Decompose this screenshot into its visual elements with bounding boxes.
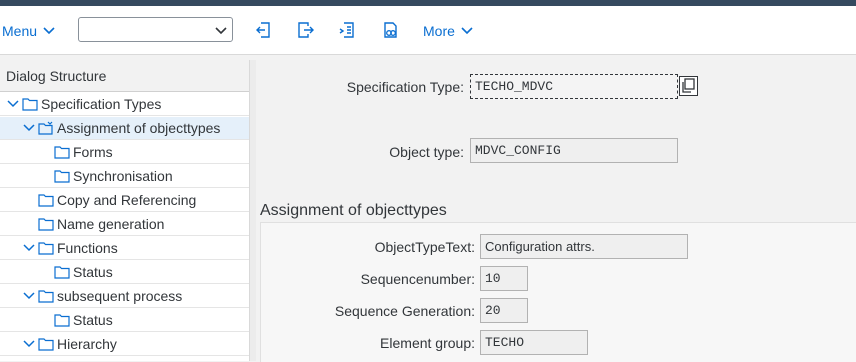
tree-item[interactable]: subsequent process (0, 285, 249, 308)
chevron-down-icon[interactable] (22, 241, 36, 255)
folder-open-icon (38, 121, 54, 135)
find-icon[interactable] (380, 20, 400, 40)
chevron-down-icon (461, 27, 473, 35)
more-label: More (423, 23, 455, 39)
element-group-field: TECHO (480, 330, 588, 355)
sequencenumber-field: 10 (480, 266, 528, 291)
back-icon[interactable] (254, 20, 274, 40)
menu-button[interactable]: Menu (2, 20, 55, 42)
folder-icon (54, 313, 70, 327)
dialog-structure-title: Dialog Structure (0, 60, 249, 92)
tree-item[interactable]: Status (0, 309, 249, 332)
object-type-field: MDVC_CONFIG (470, 138, 678, 163)
tree-item[interactable]: Assignment of objecttypes (0, 117, 249, 140)
folder-icon (38, 337, 54, 351)
sequencenumber-label: Sequencenumber: (360, 271, 475, 287)
chevron-down-icon[interactable] (6, 97, 20, 111)
tree-item-label: Assignment of objecttypes (57, 120, 221, 136)
tree-item-label: Copy and Referencing (57, 192, 197, 208)
dialog-structure-panel: Dialog Structure Specification Types Assi… (0, 60, 250, 361)
sequence-generation-field: 20 (480, 298, 528, 323)
tree-item[interactable]: Status (0, 261, 249, 284)
folder-icon (22, 97, 38, 111)
element-group-label: Element group: (380, 335, 475, 351)
folder-icon (54, 145, 70, 159)
tree-item-label: Status (73, 264, 113, 280)
objecttypetext-label: ObjectTypeText: (374, 239, 475, 255)
tree-item[interactable]: Hierarchy (0, 333, 249, 356)
document-icon[interactable] (338, 20, 358, 40)
folder-icon (54, 169, 70, 183)
chevron-down-icon[interactable] (22, 121, 36, 135)
folder-icon (38, 193, 54, 207)
tree-item[interactable]: Forms (0, 141, 249, 164)
tree-item-label: Forms (73, 144, 113, 160)
tree-item-label: Hierarchy (57, 336, 117, 352)
chevron-down-icon[interactable] (22, 337, 36, 351)
spec-type-field[interactable]: TECHO_MDVC (470, 74, 678, 99)
tree-item-label: Specification Types (41, 96, 162, 112)
folder-icon (38, 241, 54, 255)
panel-splitter[interactable] (250, 60, 256, 361)
tree-item[interactable]: Copy and Referencing (0, 189, 249, 212)
chevron-down-icon[interactable] (214, 23, 228, 37)
tree-item[interactable]: Synchronisation (0, 165, 249, 188)
exit-icon[interactable] (296, 20, 316, 40)
tree-item[interactable]: Functions (0, 237, 249, 260)
tree-item-label: Name generation (57, 216, 165, 232)
copy-icon (682, 78, 695, 93)
folder-icon (38, 217, 54, 231)
command-field[interactable] (78, 17, 233, 42)
chevron-down-icon (43, 27, 55, 35)
tree-item-label: subsequent process (57, 288, 183, 304)
tree-item[interactable]: Specification Types (0, 93, 249, 116)
tree-item-label: Status (73, 312, 113, 328)
folder-icon (54, 265, 70, 279)
object-type-label: Object type: (389, 144, 464, 160)
objecttypetext-field: Configuration attrs. (480, 234, 688, 259)
toolbar: Menu More (0, 6, 856, 55)
menu-label: Menu (2, 23, 38, 39)
tree-item-label: Functions (57, 240, 118, 256)
more-button[interactable]: More (423, 20, 473, 42)
section-title: Assignment of objecttypes (260, 202, 447, 219)
value-help-button[interactable] (679, 76, 698, 96)
chevron-down-icon[interactable] (22, 289, 36, 303)
tree-item-label: Synchronisation (73, 168, 173, 184)
folder-icon (38, 289, 54, 303)
tree-item[interactable]: Name generation (0, 213, 249, 236)
spec-type-label: Specification Type: (346, 79, 464, 95)
sequence-generation-label: Sequence Generation: (334, 303, 475, 319)
